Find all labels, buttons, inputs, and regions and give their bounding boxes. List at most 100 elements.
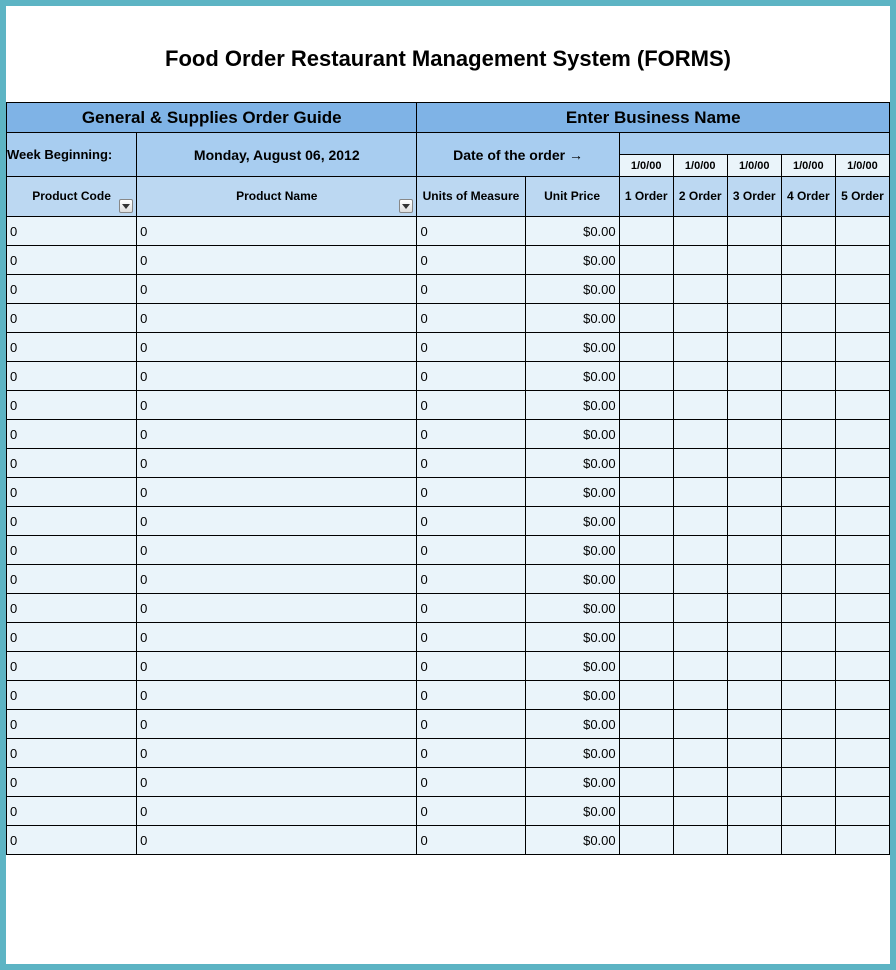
cell-units-measure[interactable]: 0 — [417, 623, 525, 652]
cell-product-name[interactable]: 0 — [137, 739, 417, 768]
cell-order-2[interactable] — [673, 420, 727, 449]
cell-product-code[interactable]: 0 — [7, 652, 137, 681]
cell-order-3[interactable] — [727, 217, 781, 246]
cell-order-2[interactable] — [673, 478, 727, 507]
cell-unit-price[interactable]: $0.00 — [525, 217, 619, 246]
filter-dropdown-icon[interactable] — [399, 199, 413, 213]
cell-product-code[interactable]: 0 — [7, 304, 137, 333]
cell-order-4[interactable] — [781, 304, 835, 333]
cell-units-measure[interactable]: 0 — [417, 739, 525, 768]
cell-units-measure[interactable]: 0 — [417, 507, 525, 536]
cell-order-5[interactable] — [835, 594, 889, 623]
order-date-4[interactable]: 1/0/00 — [781, 155, 835, 177]
cell-product-code[interactable]: 0 — [7, 623, 137, 652]
cell-order-4[interactable] — [781, 826, 835, 855]
cell-order-1[interactable] — [619, 275, 673, 304]
cell-unit-price[interactable]: $0.00 — [525, 333, 619, 362]
order-date-1[interactable]: 1/0/00 — [619, 155, 673, 177]
cell-product-code[interactable]: 0 — [7, 420, 137, 449]
cell-order-3[interactable] — [727, 710, 781, 739]
cell-product-name[interactable]: 0 — [137, 217, 417, 246]
cell-order-2[interactable] — [673, 275, 727, 304]
cell-order-4[interactable] — [781, 768, 835, 797]
cell-order-2[interactable] — [673, 739, 727, 768]
cell-order-5[interactable] — [835, 681, 889, 710]
cell-units-measure[interactable]: 0 — [417, 478, 525, 507]
cell-product-name[interactable]: 0 — [137, 536, 417, 565]
filter-dropdown-icon[interactable] — [119, 199, 133, 213]
cell-order-3[interactable] — [727, 420, 781, 449]
cell-order-5[interactable] — [835, 623, 889, 652]
cell-order-2[interactable] — [673, 768, 727, 797]
cell-order-3[interactable] — [727, 536, 781, 565]
cell-unit-price[interactable]: $0.00 — [525, 275, 619, 304]
cell-order-3[interactable] — [727, 333, 781, 362]
cell-order-4[interactable] — [781, 681, 835, 710]
cell-units-measure[interactable]: 0 — [417, 594, 525, 623]
cell-order-2[interactable] — [673, 449, 727, 478]
cell-order-3[interactable] — [727, 797, 781, 826]
cell-order-2[interactable] — [673, 507, 727, 536]
cell-product-code[interactable]: 0 — [7, 797, 137, 826]
cell-unit-price[interactable]: $0.00 — [525, 449, 619, 478]
cell-units-measure[interactable]: 0 — [417, 449, 525, 478]
cell-product-name[interactable]: 0 — [137, 594, 417, 623]
cell-unit-price[interactable]: $0.00 — [525, 246, 619, 275]
cell-unit-price[interactable]: $0.00 — [525, 304, 619, 333]
cell-product-name[interactable]: 0 — [137, 362, 417, 391]
cell-product-code[interactable]: 0 — [7, 478, 137, 507]
cell-order-4[interactable] — [781, 333, 835, 362]
cell-order-5[interactable] — [835, 652, 889, 681]
cell-unit-price[interactable]: $0.00 — [525, 362, 619, 391]
cell-product-name[interactable]: 0 — [137, 246, 417, 275]
cell-product-name[interactable]: 0 — [137, 797, 417, 826]
order-date-3[interactable]: 1/0/00 — [727, 155, 781, 177]
week-beginning-value[interactable]: Monday, August 06, 2012 — [137, 133, 417, 177]
cell-order-1[interactable] — [619, 681, 673, 710]
cell-order-5[interactable] — [835, 768, 889, 797]
cell-order-2[interactable] — [673, 623, 727, 652]
cell-units-measure[interactable]: 0 — [417, 217, 525, 246]
cell-units-measure[interactable]: 0 — [417, 362, 525, 391]
cell-order-5[interactable] — [835, 478, 889, 507]
cell-unit-price[interactable]: $0.00 — [525, 768, 619, 797]
cell-order-4[interactable] — [781, 623, 835, 652]
cell-order-5[interactable] — [835, 275, 889, 304]
cell-unit-price[interactable]: $0.00 — [525, 739, 619, 768]
cell-order-1[interactable] — [619, 217, 673, 246]
col-product-name[interactable]: Product Name — [137, 177, 417, 217]
cell-order-2[interactable] — [673, 333, 727, 362]
cell-units-measure[interactable]: 0 — [417, 275, 525, 304]
cell-order-5[interactable] — [835, 391, 889, 420]
cell-order-2[interactable] — [673, 391, 727, 420]
cell-product-name[interactable]: 0 — [137, 565, 417, 594]
cell-units-measure[interactable]: 0 — [417, 565, 525, 594]
cell-unit-price[interactable]: $0.00 — [525, 391, 619, 420]
cell-unit-price[interactable]: $0.00 — [525, 507, 619, 536]
cell-order-1[interactable] — [619, 449, 673, 478]
cell-product-code[interactable]: 0 — [7, 362, 137, 391]
cell-units-measure[interactable]: 0 — [417, 710, 525, 739]
cell-product-code[interactable]: 0 — [7, 681, 137, 710]
cell-order-5[interactable] — [835, 710, 889, 739]
cell-order-4[interactable] — [781, 275, 835, 304]
cell-product-code[interactable]: 0 — [7, 391, 137, 420]
cell-order-1[interactable] — [619, 391, 673, 420]
cell-order-1[interactable] — [619, 826, 673, 855]
cell-product-name[interactable]: 0 — [137, 391, 417, 420]
cell-order-2[interactable] — [673, 594, 727, 623]
cell-product-code[interactable]: 0 — [7, 768, 137, 797]
cell-unit-price[interactable]: $0.00 — [525, 478, 619, 507]
cell-order-3[interactable] — [727, 652, 781, 681]
cell-unit-price[interactable]: $0.00 — [525, 681, 619, 710]
cell-order-5[interactable] — [835, 797, 889, 826]
cell-order-2[interactable] — [673, 536, 727, 565]
cell-order-2[interactable] — [673, 652, 727, 681]
cell-order-3[interactable] — [727, 681, 781, 710]
cell-order-1[interactable] — [619, 333, 673, 362]
cell-order-2[interactable] — [673, 362, 727, 391]
cell-order-3[interactable] — [727, 594, 781, 623]
cell-product-name[interactable]: 0 — [137, 710, 417, 739]
cell-product-code[interactable]: 0 — [7, 826, 137, 855]
col-product-code[interactable]: Product Code — [7, 177, 137, 217]
